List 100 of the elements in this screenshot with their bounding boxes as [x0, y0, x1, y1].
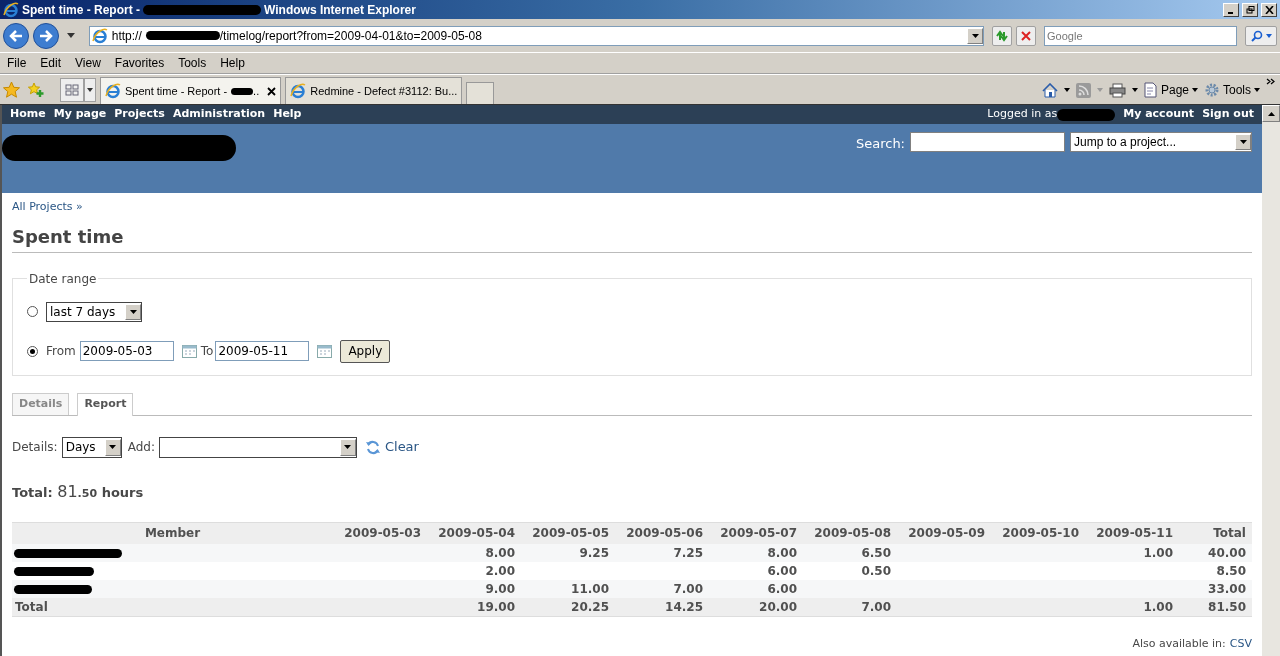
table-cell: 6.00: [767, 564, 797, 578]
row-label: Total: [15, 600, 48, 614]
scroll-up-button[interactable]: [1262, 105, 1280, 122]
browser-tab[interactable]: Spent time - Report - ..: [100, 77, 282, 104]
column-header: 2009-05-11: [1096, 526, 1173, 541]
table-cell: 9.25: [579, 546, 609, 560]
tab-list-button[interactable]: [84, 78, 96, 102]
caret-icon[interactable]: [1063, 88, 1070, 92]
caret-icon[interactable]: [66, 33, 75, 38]
page-icon: [1143, 82, 1158, 98]
menu-item[interactable]: Favorites: [109, 54, 170, 72]
table-cell: 7.25: [673, 546, 703, 560]
arrow-up-icon: [1267, 111, 1275, 116]
menu-item[interactable]: File: [2, 54, 32, 72]
add-select[interactable]: [158, 436, 357, 458]
search-field[interactable]: Google: [1044, 25, 1238, 46]
total-hours: Total: 81.50 hours: [12, 480, 144, 503]
tab[interactable]: Report: [77, 392, 134, 416]
caret-icon: [1265, 33, 1272, 38]
radio-button[interactable]: [27, 345, 38, 357]
account-link[interactable]: My account: [1123, 106, 1195, 123]
close-icon[interactable]: [267, 86, 277, 96]
restore-icon[interactable]: [1242, 2, 1258, 17]
add-label: Add:: [127, 439, 155, 456]
table-cell: 7.00: [861, 600, 891, 614]
search-button[interactable]: [1245, 25, 1277, 46]
column-header: 2009-05-03: [344, 526, 421, 541]
page-menu-button[interactable]: Page: [1143, 81, 1198, 99]
table-cell: 6.50: [861, 546, 891, 560]
back-button[interactable]: [3, 22, 29, 49]
column-header: 2009-05-09: [908, 526, 985, 541]
menu-item[interactable]: Tools: [173, 54, 212, 72]
refresh-button[interactable]: [992, 25, 1013, 46]
table-cell: 8.00: [485, 546, 515, 560]
caret-icon: [87, 88, 93, 92]
column-header: Total: [1213, 526, 1246, 541]
csv-link[interactable]: CSV: [1229, 636, 1252, 653]
scrollbar[interactable]: [1262, 105, 1280, 656]
caret-icon: [1192, 88, 1198, 92]
table-cell: 1.00: [1143, 546, 1173, 560]
home-icon[interactable]: [1041, 82, 1058, 98]
search-icon: [1250, 29, 1263, 42]
browser-logo-icon: [290, 83, 307, 99]
date-field[interactable]: 2009-05-03: [79, 341, 174, 361]
table-cell: 14.25: [665, 600, 703, 614]
stop-button[interactable]: [1016, 25, 1037, 46]
caret-icon: [1254, 88, 1260, 92]
search-field[interactable]: [910, 132, 1065, 152]
top-menu-link[interactable]: My page: [53, 106, 107, 123]
tools-menu-button[interactable]: Tools: [1204, 81, 1260, 99]
grid-icon: [65, 84, 79, 96]
column-header: 2009-05-04: [438, 526, 515, 541]
project-select[interactable]: Jump to a project...: [1070, 132, 1252, 152]
menu-item[interactable]: Edit: [35, 54, 67, 72]
table-cell: 6.00: [767, 582, 797, 596]
radio-button[interactable]: [27, 306, 38, 317]
close-icon: [1021, 30, 1032, 41]
reload-icon[interactable]: [364, 439, 381, 455]
gear-icon: [1204, 82, 1220, 98]
menu-item[interactable]: View: [70, 54, 106, 72]
chevron-icon[interactable]: [1266, 78, 1275, 85]
clear-link[interactable]: Clear: [384, 437, 419, 457]
top-menu-link[interactable]: Help: [273, 106, 302, 123]
details-select[interactable]: Days: [61, 436, 122, 458]
table-cell: 81.50: [1208, 600, 1246, 614]
table-cell: 11.00: [571, 582, 609, 596]
browser-logo-icon: [105, 83, 121, 99]
table-cell: 33.00: [1208, 582, 1246, 596]
top-menu-link[interactable]: Projects: [114, 106, 165, 123]
from-label: From: [46, 343, 76, 360]
export-label: Also available in:: [1132, 636, 1226, 652]
table-cell: 8.50: [1216, 564, 1246, 578]
caret-icon[interactable]: [1131, 88, 1138, 92]
table-cell: 20.25: [571, 600, 609, 614]
minimize-icon[interactable]: [1223, 2, 1239, 17]
menu-item[interactable]: Help: [215, 54, 250, 72]
top-menu-link[interactable]: Home: [10, 106, 46, 123]
address-field[interactable]: http:// /timelog/report?from=2009-04-01&to=2009-05-08: [88, 25, 985, 46]
date-field[interactable]: 2009-05-11: [215, 341, 310, 361]
logged-in-label: Logged in as: [987, 106, 1058, 123]
arrow-right-icon: [38, 29, 53, 42]
table-cell: 40.00: [1208, 546, 1246, 560]
table-cell: 2.00: [485, 564, 515, 578]
table-cell: 8.00: [767, 546, 797, 560]
forward-button[interactable]: [32, 22, 59, 49]
top-menu-link[interactable]: Administration: [172, 106, 266, 123]
apply-button[interactable]: Apply: [340, 339, 391, 363]
column-header: 2009-05-07: [720, 526, 797, 541]
printer-icon[interactable]: [1108, 82, 1126, 98]
column-header: 2009-05-06: [626, 526, 703, 541]
page-heading: Spent time: [12, 224, 124, 249]
account-link[interactable]: Sign out: [1202, 106, 1254, 123]
redaction-mark: [1057, 108, 1116, 121]
column-header: 2009-05-08: [814, 526, 891, 541]
table-cell: 19.00: [477, 600, 515, 614]
browser-tab[interactable]: Redmine - Defect #3112: Bu...: [285, 77, 463, 104]
period-select[interactable]: last 7 days: [46, 301, 142, 322]
breadcrumb-link[interactable]: All Projects »: [12, 199, 83, 216]
browser-logo-icon: [91, 27, 108, 44]
favorites-star-icon[interactable]: [3, 82, 20, 98]
